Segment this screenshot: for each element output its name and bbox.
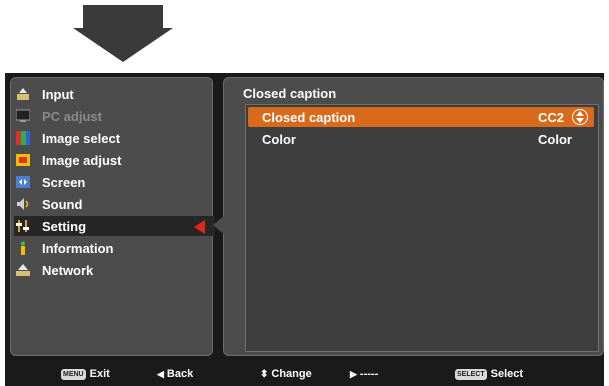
menu-item-label: Image select — [42, 130, 121, 146]
row-value: Color — [538, 131, 572, 147]
up-down-icon[interactable] — [572, 109, 588, 125]
closed-caption-row[interactable]: Closed caption CC2 — [248, 107, 594, 127]
menu-item-pc-adjust: PC adjust — [15, 106, 211, 126]
menu-key-icon: MENU — [61, 368, 86, 380]
exit-hint: MENU Exit — [61, 368, 110, 380]
menu-item-label: Screen — [42, 174, 86, 190]
color-row[interactable]: Color Color — [248, 129, 594, 149]
panel-connector — [213, 215, 225, 235]
menu-item-setting[interactable]: Setting — [14, 216, 215, 236]
menu-item-label: Sound — [42, 196, 83, 212]
menu-item-information[interactable]: Information — [16, 238, 211, 258]
setting-icon — [16, 219, 30, 233]
menu-item-label: Information — [42, 240, 114, 256]
select-key-icon: SELECT — [455, 368, 487, 380]
network-icon — [16, 263, 30, 277]
change-hint: ⬍ Change — [260, 368, 312, 380]
menu-item-label: Setting — [42, 218, 87, 234]
monitor-icon — [15, 109, 31, 123]
menu-item-image-adjust[interactable]: Image adjust — [16, 150, 211, 170]
menu-item-label: Input — [42, 86, 74, 102]
submenu-title: Closed caption — [243, 86, 337, 101]
menu-item-sound[interactable]: Sound — [16, 194, 211, 214]
info-icon — [16, 241, 30, 255]
left-arrow-icon: ◀ — [157, 368, 164, 379]
menu-item-label: PC adjust — [42, 108, 102, 124]
menu-item-image-select[interactable]: Image select — [16, 128, 211, 148]
image-adjust-icon — [16, 153, 30, 167]
down-arrow-shaft — [83, 5, 163, 30]
selection-pointer-icon — [194, 220, 205, 234]
image-select-icon — [16, 131, 30, 145]
input-icon — [16, 87, 30, 101]
screen-icon — [16, 175, 30, 189]
next-hint: ▶ ----- — [350, 368, 379, 380]
menu-item-input[interactable]: Input — [16, 84, 211, 104]
down-arrow-icon — [73, 28, 173, 62]
menu-item-label: Image adjust — [42, 152, 122, 168]
back-hint: ◀ Back — [157, 368, 194, 380]
row-value: CC2 — [537, 109, 564, 125]
menu-item-network[interactable]: Network — [16, 260, 211, 280]
row-label: Closed caption — [262, 109, 356, 125]
menu-item-screen[interactable]: Screen — [16, 172, 211, 192]
up-down-arrow-icon: ⬍ — [260, 368, 269, 380]
row-label: Color — [262, 131, 296, 147]
right-arrow-icon: ▶ — [350, 368, 357, 379]
key-guide-bar: MENU Exit ◀ Back ⬍ Change ▶ ----- SELECT… — [5, 364, 604, 386]
menu-item-label: Network — [42, 262, 94, 278]
select-hint: SELECT Select — [455, 368, 524, 380]
speaker-icon — [16, 197, 30, 211]
